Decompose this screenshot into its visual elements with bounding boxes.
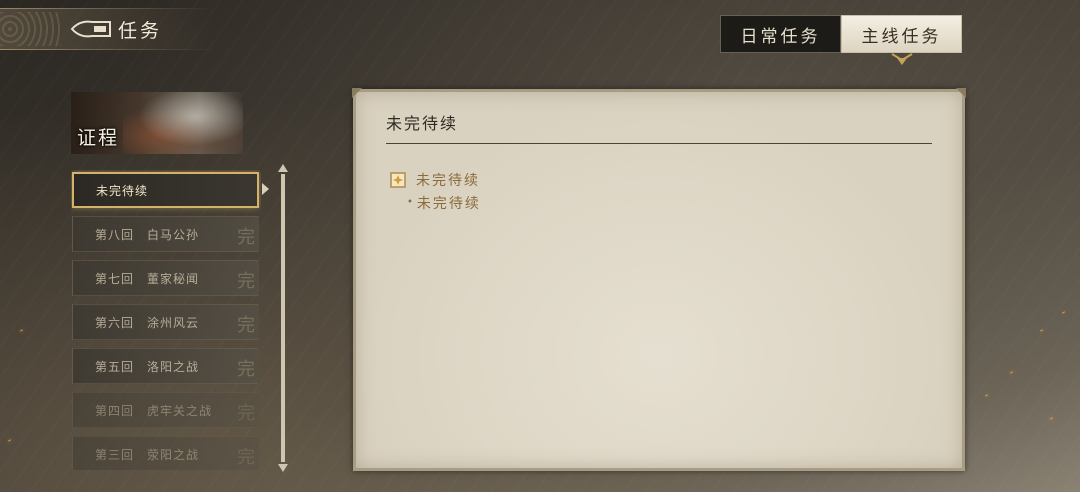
chapter-item[interactable]: 第三回 荥阳之战 完 xyxy=(72,436,259,470)
chapter-item[interactable]: 第八回 白马公孙 完 xyxy=(72,216,259,252)
sub-objective: • 未完待续 xyxy=(407,193,481,213)
sub-objective-label: 未完待续 xyxy=(416,196,481,212)
quest-heading: 未完待续 xyxy=(386,114,459,133)
chapter-item[interactable]: 第六回 涂州风云 完 xyxy=(72,304,259,340)
quest-detail-panel: 未完待续 未完待续 • 未完待续 xyxy=(352,88,966,471)
completed-stamp: 完 xyxy=(237,403,256,424)
completed-stamp: 完 xyxy=(237,227,256,248)
chapter-item[interactable]: 第七回 董家秘闻 完 xyxy=(72,260,259,296)
title-bar: 任务 xyxy=(0,8,215,50)
campaign-banner: 证程 xyxy=(71,92,243,154)
scroll-down-icon[interactable] xyxy=(278,462,288,472)
completed-stamp: 完 xyxy=(237,447,256,468)
quest-tabs: 日常任务 主线任务 xyxy=(720,15,962,65)
chapter-label: 第四回 虎牢关之战 xyxy=(95,403,213,418)
completed-stamp: 完 xyxy=(237,271,256,292)
corner-ornament-icon xyxy=(956,88,966,98)
chapter-list: 未完待续 第八回 白马公孙 完 第七回 董家秘闻 完 第六回 涂州风云 完 第五… xyxy=(71,170,261,470)
chapter-item[interactable]: 第四回 虎牢关之战 完 xyxy=(72,392,259,428)
banner-title: 证程 xyxy=(77,127,120,149)
scroll-up-icon[interactable] xyxy=(278,164,288,174)
objective-label: 未完待续 xyxy=(416,173,480,189)
tab-daily-quests[interactable]: 日常任务 xyxy=(720,15,841,53)
chapter-scrollbar[interactable] xyxy=(278,164,288,472)
active-tab-marker-icon xyxy=(890,53,913,65)
banner-artwork xyxy=(123,92,243,154)
tab-main-label: 主线任务 xyxy=(861,26,942,47)
completed-stamp: 完 xyxy=(237,315,256,336)
chapter-item[interactable]: 第五回 洛阳之战 完 xyxy=(72,348,259,384)
corner-ornament-icon xyxy=(352,88,362,98)
chapter-item-selected[interactable]: 未完待续 xyxy=(72,172,259,208)
chapter-label: 第六回 涂州风云 xyxy=(95,315,200,330)
scroll-track[interactable] xyxy=(281,174,285,462)
chapter-label: 第八回 白马公孙 xyxy=(95,227,200,242)
completed-stamp: 完 xyxy=(237,359,256,380)
page-title: 任务 xyxy=(118,19,163,42)
chapter-label: 第五回 洛阳之战 xyxy=(95,359,200,374)
chapter-label: 第三回 荥阳之战 xyxy=(95,447,200,462)
quest-objective[interactable]: 未完待续 xyxy=(390,170,480,190)
bullet: • xyxy=(407,197,415,208)
objective-marker-icon xyxy=(390,172,406,188)
chapter-label: 第七回 董家秘闻 xyxy=(95,271,200,286)
heading-divider xyxy=(386,143,932,144)
tab-main-quests[interactable]: 主线任务 xyxy=(841,15,962,65)
back-arrow-icon[interactable] xyxy=(70,18,114,40)
chapter-label: 未完待续 xyxy=(96,183,149,198)
selection-arrow-icon xyxy=(262,183,269,195)
tab-daily-label: 日常任务 xyxy=(740,26,821,47)
title-pattern xyxy=(0,12,62,46)
